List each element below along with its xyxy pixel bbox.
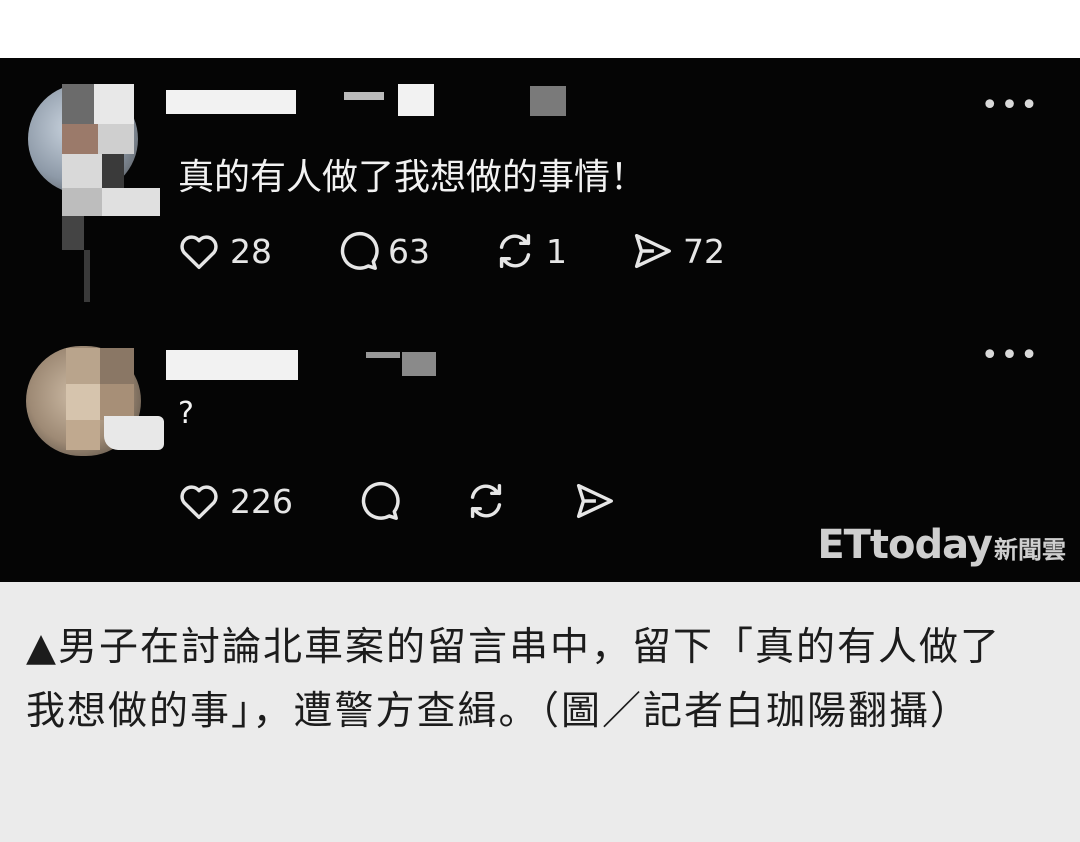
mosaic-block [100,384,134,420]
top-margin [0,0,1080,58]
share-count: 72 [683,231,725,271]
ettoday-watermark: ETtoday 新聞雲 [817,522,1066,568]
mosaic-block [94,84,134,124]
username-redacted [366,352,400,358]
more-options-icon[interactable]: ••• [981,341,1040,371]
heart-icon [180,485,218,520]
more-options-icon[interactable]: ••• [981,91,1040,121]
username-redacted [530,86,566,116]
social-post-screenshot: ••• 真的有人做了我想做的事情！ 28 63 1 72 ••• ? 226 E… [0,58,1080,582]
mosaic-block [62,216,84,250]
comment-count: 63 [388,231,430,271]
username-redacted [166,350,298,380]
watermark-sub: 新聞雲 [994,536,1066,564]
repost-icon [470,483,502,519]
share-button[interactable]: 72 [629,228,725,274]
mosaic-block [98,124,134,154]
mosaic-block [66,384,100,420]
comment-icon [361,481,400,520]
repost-count: 1 [546,231,567,271]
mosaic-block [66,348,100,384]
mosaic-block [62,84,94,124]
photo-caption: ▲男子在討論北車案的留言串中，留下「真的有人做了我想做的事」，遭警方查緝。（圖／… [0,582,1080,842]
reply-text: ? [178,396,194,431]
username-redacted [402,352,436,376]
like-count: 28 [230,231,272,271]
mosaic-block [102,154,124,188]
watermark-brand: ETtoday [817,522,993,568]
reply-actions: 226 [176,476,679,526]
post-text: 真的有人做了我想做的事情！ [178,157,647,198]
verified-badge-redacted [104,416,164,450]
like-button[interactable]: 28 [176,228,272,274]
comment-icon [340,231,379,270]
username-redacted [166,90,296,114]
like-button[interactable]: 226 [176,478,293,524]
share-icon [634,233,671,269]
mosaic-block [62,188,102,216]
mosaic-block [62,124,98,154]
mosaic-block [62,154,102,188]
mosaic-block [102,188,160,216]
post-actions: 28 63 1 72 [176,226,787,276]
mosaic-block [100,348,134,384]
mosaic-block [66,420,100,450]
share-icon [576,483,613,519]
comment-button[interactable] [355,478,401,524]
username-redacted [398,84,434,116]
repost-button[interactable]: 1 [492,228,567,274]
heart-icon [180,235,218,270]
comment-button[interactable]: 63 [334,228,430,274]
share-button[interactable] [571,478,617,524]
thread-line [84,250,90,302]
like-count: 226 [230,481,293,521]
repost-button[interactable] [463,478,509,524]
username-redacted [344,92,384,100]
repost-icon [499,233,531,269]
